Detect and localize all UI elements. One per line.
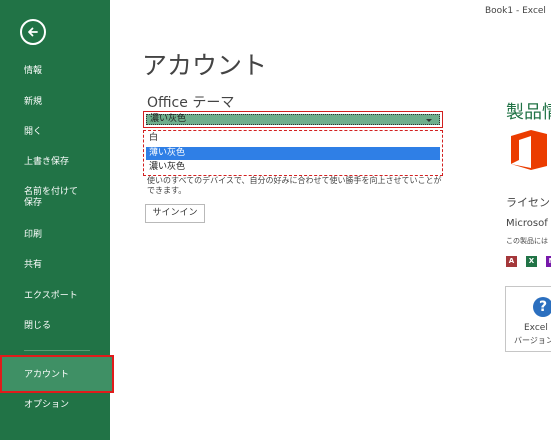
- sidebar-item-info[interactable]: 情報: [0, 66, 110, 77]
- office-theme-select[interactable]: 濃い灰色: [143, 111, 443, 128]
- sidebar-item-options[interactable]: オプション: [0, 400, 110, 411]
- back-button[interactable]: [20, 19, 46, 45]
- sidebar-item-share[interactable]: 共有: [0, 260, 110, 271]
- office-theme-select-value[interactable]: 濃い灰色: [146, 114, 440, 125]
- sidebar-item-new[interactable]: 新規: [0, 97, 110, 108]
- office-theme-label: Office テーマ: [147, 95, 235, 111]
- access-icon: A: [506, 256, 517, 267]
- signin-button[interactable]: サインイン: [145, 204, 205, 223]
- window-title: Book1 - Excel: [485, 6, 546, 16]
- sidebar-item-save-as[interactable]: 名前を付けて 保存: [0, 187, 110, 209]
- chevron-down-icon: [426, 119, 432, 122]
- office-logo-icon: [511, 130, 547, 170]
- office-theme-dropdown-list: 白 薄い灰色 濃い灰色: [143, 130, 443, 176]
- license-product-name: Microsof: [506, 218, 548, 229]
- about-excel-label: Excel: [524, 323, 548, 333]
- sidebar-divider: [24, 350, 90, 351]
- sidebar-item-close[interactable]: 閉じる: [0, 321, 110, 332]
- theme-option-white[interactable]: 白: [146, 132, 440, 145]
- about-version-label: バージョン: [514, 336, 551, 345]
- theme-option-light-gray[interactable]: 薄い灰色: [146, 147, 440, 160]
- sidebar-item-export[interactable]: エクスポート: [0, 291, 110, 302]
- question-icon: ?: [533, 297, 551, 317]
- sidebar-item-account[interactable]: アカウント: [0, 355, 114, 393]
- license-note: この製品には: [506, 237, 548, 245]
- office-theme-selected-text: 濃い灰色: [150, 114, 187, 124]
- excel-icon: X: [526, 256, 537, 267]
- sidebar-item-account-label: アカウント: [24, 370, 70, 380]
- back-arrow-icon: [28, 27, 38, 37]
- product-info-title: 製品情: [506, 102, 551, 123]
- about-excel-button[interactable]: ? Excel バージョン: [505, 286, 551, 352]
- onenote-icon: N: [546, 256, 551, 267]
- page-title: アカウント: [142, 51, 268, 80]
- sidebar-item-open[interactable]: 開く: [0, 127, 110, 138]
- sidebar-item-print[interactable]: 印刷: [0, 230, 110, 241]
- license-title: ライセン: [506, 196, 550, 209]
- backstage-sidebar: 情報 新規 開く 上書き保存 名前を付けて 保存 印刷 共有 エクスポート 閉じ…: [0, 0, 114, 440]
- signin-description: 使いのすべてのデバイスで、自分の好みに合わせて使い勝手を向上させていことができま…: [147, 176, 442, 195]
- sidebar-item-save[interactable]: 上書き保存: [0, 157, 110, 168]
- theme-option-dark-gray[interactable]: 濃い灰色: [146, 161, 440, 174]
